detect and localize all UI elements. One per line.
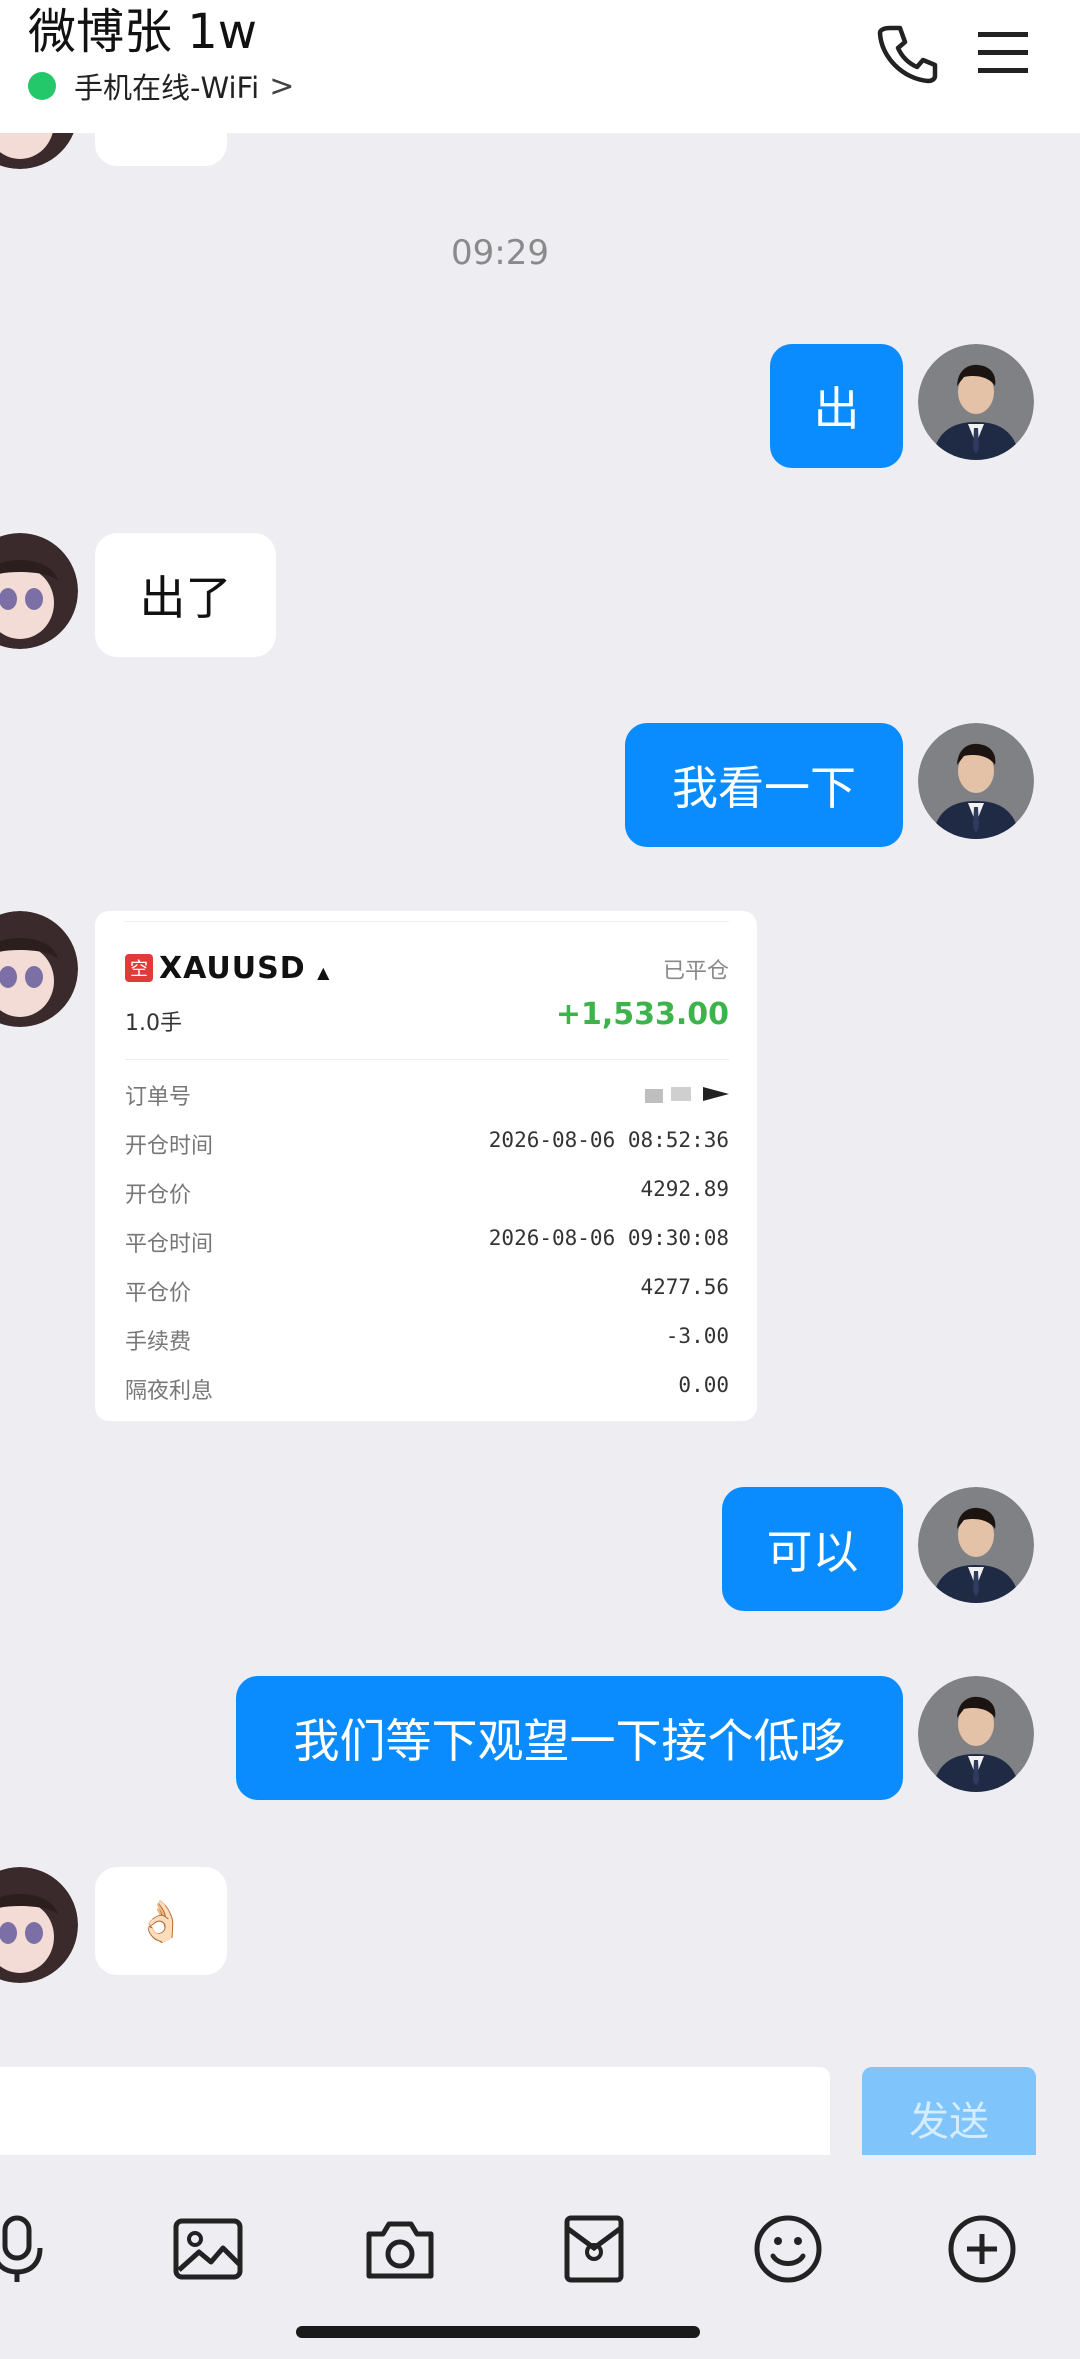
detail-value: 2026-08-06 08:52:36 <box>488 1128 729 1152</box>
position-status: 已平仓 <box>662 959 729 984</box>
card-divider <box>125 921 729 922</box>
outgoing-message-bubble[interactable]: 我们等下观望一下接个低哆 <box>236 1676 903 1800</box>
contact-name[interactable]: 微博张 1w <box>28 2 257 62</box>
input-bar: 发送 <box>0 2045 1080 2171</box>
detail-row-open-price: 开仓价 4292.89 <box>125 1177 729 1208</box>
detail-value: 4292.89 <box>640 1177 729 1201</box>
profit-value: +1,533.00 <box>555 997 729 1032</box>
message-bubble-partial <box>95 133 227 166</box>
my-avatar[interactable] <box>918 344 1034 460</box>
detail-value: -3.00 <box>665 1324 729 1348</box>
red-packet-icon[interactable] <box>557 2212 631 2286</box>
detail-row-open-time: 开仓时间 2026-08-06 08:52:36 <box>125 1128 729 1159</box>
detail-row-close-price: 平仓价 4277.56 <box>125 1275 729 1306</box>
outgoing-message-bubble[interactable]: 可以 <box>722 1487 903 1611</box>
my-avatar[interactable] <box>918 723 1034 839</box>
my-avatar[interactable] <box>918 1676 1034 1792</box>
chat-header: 微博张 1w 手机在线-WiFi > <box>0 0 1080 133</box>
trade-screenshot-card[interactable]: 空 XAUUSD ▲ 已平仓 1.0手 +1,533.00 订单号 开仓时间 2… <box>95 911 757 1421</box>
detail-value: 0.00 <box>678 1373 729 1397</box>
detail-row-commission: 手续费 -3.00 <box>125 1324 729 1355</box>
card-divider <box>125 1059 729 1060</box>
plus-icon[interactable] <box>945 2212 1019 2286</box>
camera-icon[interactable] <box>363 2212 437 2286</box>
menu-icon[interactable] <box>968 18 1038 88</box>
detail-label: 平仓时间 <box>125 1232 214 1257</box>
message-timestamp: 09:29 <box>451 233 549 273</box>
detail-label: 隔夜利息 <box>125 1379 214 1404</box>
home-indicator[interactable] <box>296 2326 700 2338</box>
detail-label: 手续费 <box>125 1330 192 1355</box>
send-button[interactable]: 发送 <box>862 2067 1036 2169</box>
contact-avatar[interactable] <box>0 533 78 649</box>
detail-value: 4277.56 <box>640 1275 729 1299</box>
redacted-value <box>645 1087 729 1103</box>
contact-avatar[interactable] <box>0 133 78 169</box>
contact-avatar[interactable] <box>0 1867 78 1983</box>
incoming-emoji-bubble[interactable]: 👌🏻 <box>95 1867 227 1975</box>
detail-row-order-id: 订单号 <box>125 1079 729 1110</box>
outgoing-message-bubble[interactable]: 我看一下 <box>625 723 903 847</box>
symbol-label: XAUUSD ▲ <box>159 951 331 986</box>
detail-label: 平仓价 <box>125 1281 192 1306</box>
short-badge: 空 <box>125 954 153 982</box>
online-status[interactable]: 手机在线-WiFi > <box>28 68 295 105</box>
detail-label: 订单号 <box>125 1085 192 1110</box>
microphone-icon[interactable] <box>0 2212 54 2286</box>
detail-value: 2026-08-06 09:30:08 <box>488 1226 729 1250</box>
caret-up-icon: ▲ <box>317 963 331 982</box>
image-icon[interactable] <box>171 2212 245 2286</box>
detail-row-close-time: 平仓时间 2026-08-06 09:30:08 <box>125 1226 729 1257</box>
detail-label: 开仓价 <box>125 1183 192 1208</box>
emoji-icon[interactable] <box>751 2212 825 2286</box>
phone-icon[interactable] <box>872 18 942 88</box>
symbol-row: 空 XAUUSD ▲ 已平仓 <box>125 951 729 987</box>
detail-label: 开仓时间 <box>125 1134 214 1159</box>
detail-row-swap: 隔夜利息 0.00 <box>125 1373 729 1404</box>
contact-avatar[interactable] <box>0 911 78 1027</box>
outgoing-message-bubble[interactable]: 出 <box>770 344 903 468</box>
incoming-message-bubble[interactable]: 出了 <box>95 533 276 657</box>
online-status-label: 手机在线-WiFi <box>74 71 260 105</box>
online-dot <box>28 72 56 100</box>
my-avatar[interactable] <box>918 1487 1034 1603</box>
chevron-right-icon: > <box>269 68 295 104</box>
lot-size: 1.0手 <box>125 1011 182 1036</box>
message-list[interactable]: 09:29 出 出了 我看一下 空 XAUUSD ▲ 已平仓 1.0手 +1,5… <box>0 133 1080 2045</box>
